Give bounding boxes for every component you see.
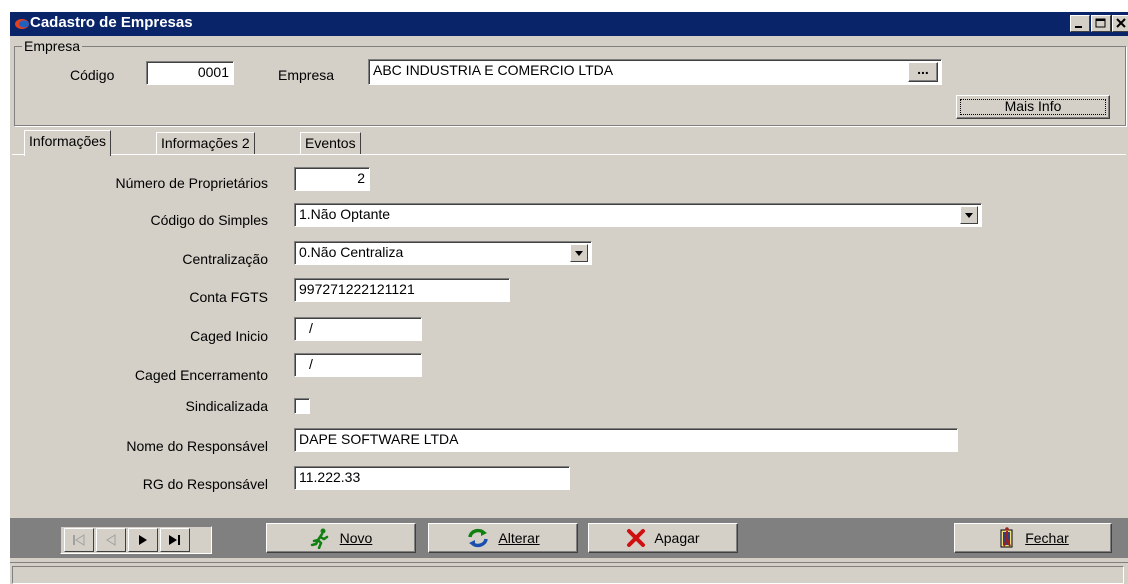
tab-panel-border	[12, 154, 1126, 155]
novo-label: Novo	[339, 530, 373, 546]
tab-informacoes-2[interactable]: Informações 2	[156, 132, 255, 154]
browse-empresa-button[interactable]: ...	[908, 62, 938, 82]
title-bar[interactable]: Cadastro de Empresas	[10, 12, 1128, 36]
next-record-icon	[139, 535, 147, 545]
conta-fgts-input[interactable]: 997271222121121	[294, 278, 510, 302]
centralizacao-dropdown-arrow[interactable]	[570, 244, 588, 262]
tab-eventos[interactable]: Eventos	[300, 132, 361, 154]
num-proprietarios-input[interactable]: 2	[294, 167, 370, 191]
apagar-button[interactable]: Apagar	[588, 523, 738, 553]
alterar-label: Alterar	[498, 530, 540, 546]
prior-record-button[interactable]	[96, 528, 126, 552]
last-record-button[interactable]	[160, 528, 190, 552]
status-panel	[12, 566, 1124, 584]
caged-encerramento-input[interactable]: /	[294, 353, 422, 377]
caged-encerramento-label: Caged Encerramento	[134, 367, 268, 383]
first-record-button[interactable]	[64, 528, 94, 552]
running-man-icon	[310, 528, 328, 549]
minimize-button[interactable]	[1070, 15, 1090, 32]
delete-x-icon	[627, 529, 646, 547]
close-icon	[1116, 18, 1126, 28]
nome-responsavel-label: Nome do Responsável	[126, 438, 268, 454]
window-title: Cadastro de Empresas	[30, 14, 193, 31]
num-proprietarios-label: Número de Proprietários	[115, 175, 268, 191]
last-record-icon	[169, 535, 180, 545]
empresa-label: Empresa	[278, 67, 335, 83]
codigo-simples-dropdown-arrow[interactable]	[960, 206, 978, 224]
centralizacao-label: Centralização	[182, 251, 268, 267]
centralizacao-select[interactable]: 0.Não Centraliza	[294, 241, 592, 265]
codigo-simples-select[interactable]: 1.Não Optante	[294, 203, 982, 227]
maximize-button[interactable]	[1091, 15, 1111, 32]
cadastro-window: Cadastro de Empresas Empresa Código 0001…	[10, 12, 1128, 584]
apagar-label: Apagar	[654, 530, 700, 546]
exit-door-icon	[1000, 527, 1013, 548]
nome-responsavel-input[interactable]: DAPE SOFTWARE LTDA	[294, 428, 958, 452]
next-record-button[interactable]	[128, 528, 158, 552]
empresa-group-legend: Empresa	[22, 38, 83, 54]
first-record-icon	[73, 534, 85, 546]
alterar-button[interactable]: Alterar	[428, 523, 578, 553]
fechar-button[interactable]: Fechar	[954, 523, 1112, 553]
sindicalizada-label: Sindicalizada	[185, 398, 269, 414]
action-toolbar: Novo Alterar Apagar Fechar	[10, 518, 1128, 558]
rg-responsavel-label: RG do Responsável	[142, 476, 268, 492]
tab-informacoes[interactable]: Informações	[24, 130, 112, 156]
fechar-label: Fechar	[1025, 530, 1069, 546]
caged-inicio-label: Caged Inicio	[190, 328, 268, 344]
refresh-icon	[468, 528, 489, 548]
codigo-label: Código	[70, 67, 115, 83]
codigo-simples-label: Código do Simples	[150, 212, 268, 228]
caged-inicio-input[interactable]: /	[294, 317, 422, 341]
minimize-icon	[1075, 26, 1082, 28]
sindicalizada-checkbox[interactable]	[294, 398, 310, 414]
empresa-input[interactable]: ABC INDUSTRIA E COMERCIO LTDA	[368, 59, 942, 85]
status-bar	[10, 562, 1128, 584]
rg-responsavel-input[interactable]: 11.222.33	[294, 466, 570, 490]
prior-record-icon	[106, 534, 116, 546]
close-button[interactable]	[1112, 15, 1128, 32]
novo-button[interactable]: Novo	[266, 523, 416, 553]
codigo-input[interactable]: 0001	[146, 61, 234, 85]
app-icon	[15, 19, 29, 29]
conta-fgts-label: Conta FGTS	[189, 289, 268, 305]
mais-info-button[interactable]: Mais Info	[956, 95, 1110, 119]
maximize-icon	[1095, 18, 1106, 28]
